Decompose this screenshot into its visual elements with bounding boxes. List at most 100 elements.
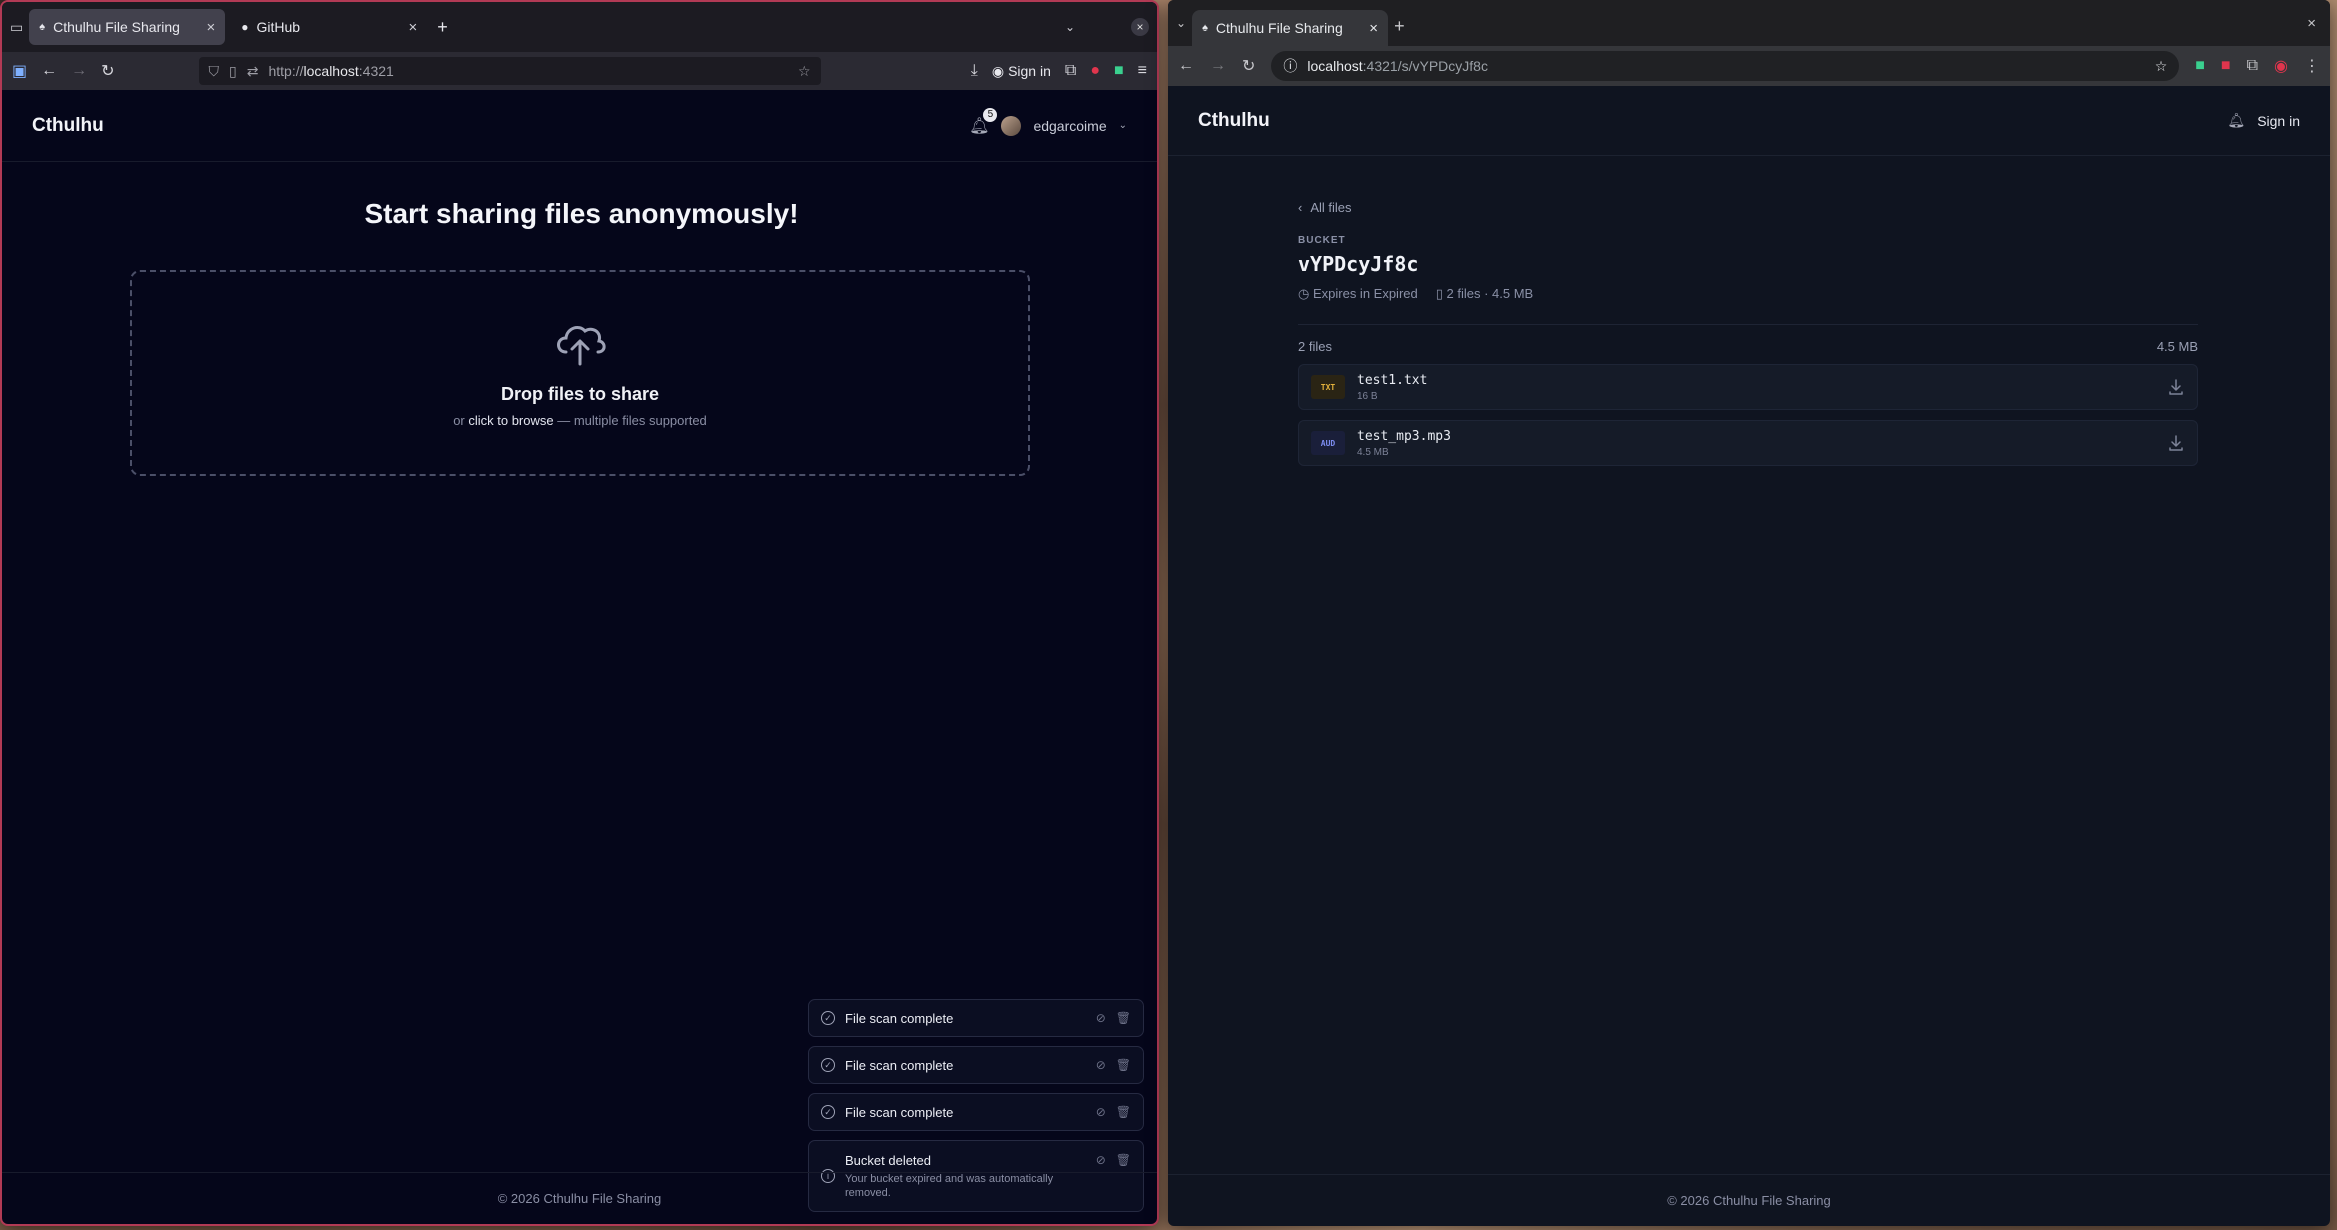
browse-link[interactable]: click to browse (468, 413, 553, 428)
close-window-icon[interactable]: × (2307, 15, 2316, 32)
sidebar-icon[interactable]: ▣ (12, 61, 27, 81)
file-dropzone[interactable]: Drop files to share or click to browse —… (130, 270, 1030, 476)
favicon-icon: ♠ (39, 21, 46, 33)
files-count: 2 files (1298, 339, 1332, 354)
site-info-icon[interactable]: ⓘ (1283, 56, 1297, 76)
bucket-id: vYPDcyJf8c (1298, 252, 1419, 276)
hide-icon[interactable]: ⊘ (1096, 1011, 1106, 1025)
file-row[interactable]: AUD test_mp3.mp3 4.5 MB (1298, 420, 2198, 466)
tab-overview-icon[interactable]: ▭ (10, 19, 23, 36)
footer: © 2026 Cthulhu File Sharing (2, 1172, 1157, 1224)
bucket-panel: ‹ All files BUCKET vYPDcyJf8c ◷ Expires … (1298, 200, 2198, 466)
avatar[interactable] (1001, 115, 1022, 136)
files-summary: ▯ 2 files · 4.5 MB (1435, 286, 1534, 301)
sign-in-button[interactable]: ◉ Sign in (992, 63, 1051, 80)
back-link[interactable]: ‹ All files (1298, 200, 2198, 215)
left-toolbar: ▣ ← → ↻ ⛉ ▯ ⇄ http://localhost:4321 ☆ ⤓ … (2, 52, 1157, 90)
download-icon[interactable] (2167, 434, 2185, 452)
extension-red-icon[interactable]: ● (1090, 62, 1100, 80)
brand-logo[interactable]: Cthulhu (32, 115, 104, 137)
tab-title: Cthulhu File Sharing (1215, 20, 1343, 36)
reload-icon[interactable]: ↻ (1242, 56, 1255, 76)
close-tab-icon[interactable]: × (1369, 20, 1378, 37)
file-type-badge: TXT (1311, 375, 1345, 399)
right-tab-bar: ⌄ ♠ Cthulhu File Sharing × + × (1168, 0, 2330, 46)
new-tab-icon[interactable]: + (437, 17, 448, 38)
file-size: 16 B (1357, 390, 1378, 402)
profile-icon[interactable]: ◉ (2274, 56, 2288, 76)
sign-in-button[interactable]: Sign in (2257, 113, 2300, 129)
menu-icon[interactable]: ⋮ (2304, 56, 2320, 76)
right-browser-window: ⌄ ♠ Cthulhu File Sharing × + × ← → ↻ ⓘ l… (1168, 0, 2330, 1226)
toast-title: File scan complete (845, 1104, 954, 1120)
files-header: 2 files 4.5 MB (1298, 339, 2198, 354)
chevron-left-icon: ‹ (1298, 200, 1303, 215)
permissions-icon: ⇄ (246, 62, 259, 79)
trash-icon[interactable]: 🗑︎ (1116, 1058, 1131, 1072)
hide-icon[interactable]: ⊘ (1096, 1058, 1106, 1072)
bell-icon[interactable]: 🔔︎ (2227, 112, 2245, 129)
brand-logo[interactable]: Cthulhu (1198, 110, 1270, 132)
bookmark-star-icon[interactable]: ☆ (2155, 58, 2168, 75)
footer-text: © 2026 Cthulhu File Sharing (497, 1191, 662, 1206)
account-icon: ◉ (991, 62, 1005, 79)
page-title: Start sharing files anonymously! (364, 198, 799, 229)
header-actions: 🔔︎ Sign in (2227, 112, 2300, 129)
left-tab-bar: ▭ ♠ Cthulhu File Sharing × ● GitHub × + … (2, 2, 1157, 52)
back-arrow-icon[interactable]: ← (41, 62, 57, 80)
toast-title: File scan complete (845, 1010, 954, 1026)
bookmark-star-icon[interactable]: ☆ (798, 63, 811, 80)
close-window-icon[interactable]: × (1131, 18, 1149, 36)
drop-title: Drop files to share (500, 384, 660, 404)
app-header: Cthulhu 🔔︎ Sign in (1168, 86, 2330, 156)
right-toolbar: ← → ↻ ⓘ localhost:4321/s/vYPDcyJf8c ☆ ■ … (1168, 46, 2330, 86)
check-circle-icon: ✓ (821, 1011, 835, 1025)
tab-search-icon[interactable]: ⌄ (1176, 16, 1186, 30)
close-tab-icon[interactable]: × (206, 19, 215, 36)
username[interactable]: edgarcoime (1033, 118, 1106, 134)
tab-cthulhu[interactable]: ♠ Cthulhu File Sharing × (29, 9, 226, 45)
hide-icon[interactable]: ⊘ (1096, 1153, 1106, 1167)
extension-green-icon[interactable]: ■ (2195, 57, 2205, 75)
chevron-down-icon[interactable]: ⌄ (1119, 120, 1127, 131)
file-name: test1.txt (1357, 372, 1428, 388)
toast: ✓ File scan complete ⊘ 🗑︎ (808, 999, 1144, 1037)
check-circle-icon: ✓ (821, 1105, 835, 1119)
trash-icon[interactable]: 🗑︎ (1116, 1011, 1131, 1025)
footer: © 2026 Cthulhu File Sharing (1168, 1174, 2330, 1226)
reload-icon[interactable]: ↻ (101, 61, 114, 81)
left-browser-window: ▭ ♠ Cthulhu File Sharing × ● GitHub × + … (0, 0, 1159, 1226)
trash-icon[interactable]: 🗑︎ (1116, 1105, 1131, 1119)
tab-title: Cthulhu File Sharing (53, 19, 180, 35)
file-row[interactable]: TXT test1.txt 16 B (1298, 364, 2198, 410)
tab-cthulhu[interactable]: ♠ Cthulhu File Sharing × (1192, 10, 1389, 46)
expiry: ◷ Expires in Expired (1298, 286, 1418, 301)
download-icon[interactable] (2167, 378, 2185, 396)
url-bar[interactable]: ⓘ localhost:4321/s/vYPDcyJf8c ☆ (1271, 51, 2180, 81)
forward-arrow-icon[interactable]: → (71, 62, 87, 80)
url-bar[interactable]: ⛉ ▯ ⇄ http://localhost:4321 ☆ (198, 57, 821, 85)
trash-icon[interactable]: 🗑︎ (1116, 1153, 1131, 1167)
new-tab-icon[interactable]: + (1394, 16, 1405, 37)
extension-green-icon[interactable]: ■ (1114, 62, 1124, 80)
file-type-badge: AUD (1311, 431, 1345, 455)
close-tab-icon[interactable]: × (408, 19, 417, 36)
app-header: Cthulhu 🔔︎ 5 edgarcoime ⌄ (2, 90, 1157, 162)
hide-icon[interactable]: ⊘ (1096, 1105, 1106, 1119)
back-arrow-icon[interactable]: ← (1178, 57, 1194, 75)
forward-arrow-icon[interactable]: → (1210, 57, 1226, 75)
tab-github[interactable]: ● GitHub × (231, 9, 427, 45)
notifications-button[interactable]: 🔔︎ 5 (969, 107, 998, 136)
extensions-puzzle-icon[interactable]: ⧉ (2247, 57, 2258, 75)
toast: ✓ File scan complete ⊘ 🗑︎ (808, 1046, 1144, 1084)
clock-icon: ◷ (1298, 286, 1313, 301)
download-icon[interactable]: ⤓ (971, 62, 978, 80)
extension-red-icon[interactable]: ■ (2221, 57, 2231, 75)
menu-icon[interactable]: ≡ (1138, 62, 1147, 80)
cloud-upload-icon (557, 326, 606, 366)
user-area: 🔔︎ 5 edgarcoime ⌄ (969, 107, 1127, 136)
tab-list-chevron-icon[interactable]: ⌄ (1065, 20, 1075, 34)
toast: ✓ File scan complete ⊘ 🗑︎ (808, 1093, 1144, 1131)
drop-subtitle: or click to browse — multiple files supp… (453, 413, 707, 428)
extensions-icon[interactable]: ⧉ (1065, 62, 1076, 80)
